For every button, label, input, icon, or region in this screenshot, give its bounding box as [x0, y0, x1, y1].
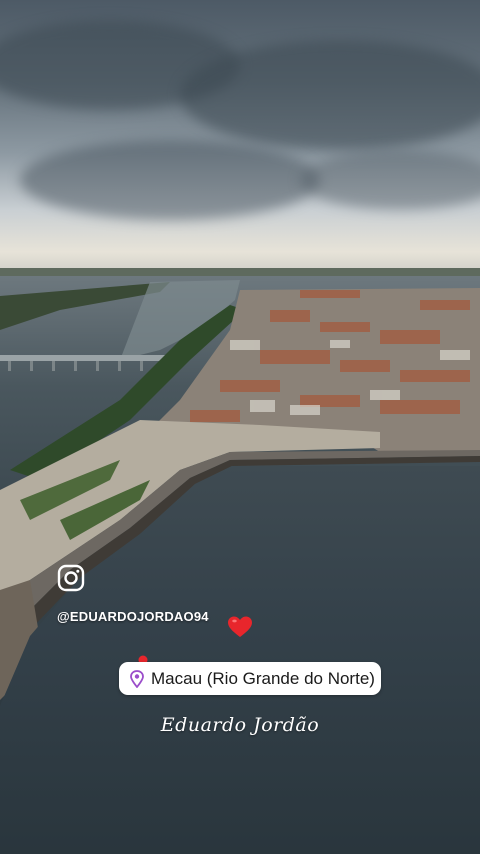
map-pin-icon [130, 669, 144, 688]
story-overlay: @EDUARDOJORDAO94 Macau (Rio Grande do No… [0, 0, 480, 854]
location-sticker[interactable]: Macau (Rio Grande do Norte) [119, 662, 381, 695]
instagram-handle[interactable]: @EDUARDOJORDAO94 [57, 609, 209, 624]
photographer-signature: Eduardo Jordão [160, 714, 320, 736]
instagram-icon[interactable] [57, 564, 85, 592]
heart-icon [228, 616, 252, 637]
location-label: Macau (Rio Grande do Norte) [151, 668, 375, 688]
